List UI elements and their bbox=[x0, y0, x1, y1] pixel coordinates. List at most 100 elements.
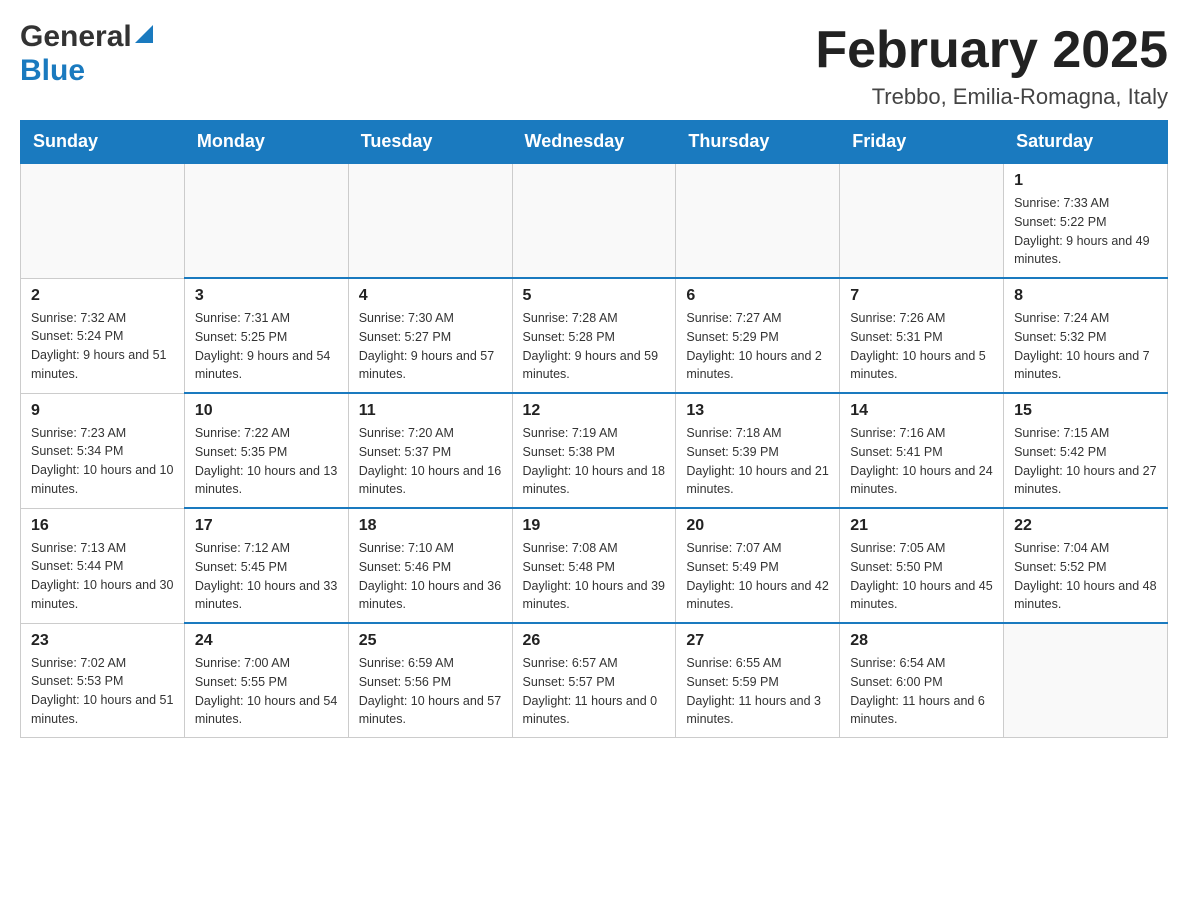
day-info: Sunrise: 7:28 AMSunset: 5:28 PMDaylight:… bbox=[523, 309, 666, 384]
day-info: Sunrise: 7:32 AMSunset: 5:24 PMDaylight:… bbox=[31, 309, 174, 384]
day-number: 16 bbox=[31, 517, 174, 535]
calendar-cell: 20 Sunrise: 7:07 AMSunset: 5:49 PMDayligh… bbox=[676, 508, 840, 623]
calendar-cell: 5Sunrise: 7:28 AMSunset: 5:28 PMDaylight… bbox=[512, 278, 676, 393]
day-number: 26 bbox=[523, 632, 666, 650]
calendar-week-2: 2 Sunrise: 7:32 AMSunset: 5:24 PMDaylight… bbox=[21, 278, 1168, 393]
month-title: February 2025 bbox=[815, 20, 1168, 80]
day-number: 17 bbox=[195, 517, 338, 535]
calendar-week-1: 1Sunrise: 7:33 AMSunset: 5:22 PMDaylight… bbox=[21, 163, 1168, 278]
day-number: 2 bbox=[31, 287, 174, 305]
calendar-cell: 12 Sunrise: 7:19 AMSunset: 5:38 PMDayligh… bbox=[512, 393, 676, 508]
header-row: Sunday Monday Tuesday Wednesday Thursday… bbox=[21, 121, 1168, 164]
day-number: 20 bbox=[686, 517, 829, 535]
calendar-cell: 14 Sunrise: 7:16 AMSunset: 5:41 PMDayligh… bbox=[840, 393, 1004, 508]
calendar-cell: 21Sunrise: 7:05 AMSunset: 5:50 PMDayligh… bbox=[840, 508, 1004, 623]
day-number: 13 bbox=[686, 402, 829, 420]
calendar-cell: 7Sunrise: 7:26 AMSunset: 5:31 PMDaylight… bbox=[840, 278, 1004, 393]
day-number: 19 bbox=[523, 517, 666, 535]
day-info: Sunrise: 7:07 AMSunset: 5:49 PMDaylight:… bbox=[686, 539, 829, 614]
day-number: 28 bbox=[850, 632, 993, 650]
day-info: Sunrise: 7:16 AMSunset: 5:41 PMDaylight:… bbox=[850, 424, 993, 499]
day-number: 7 bbox=[850, 287, 993, 305]
day-number: 3 bbox=[195, 287, 338, 305]
calendar-cell: 1Sunrise: 7:33 AMSunset: 5:22 PMDaylight… bbox=[1004, 163, 1168, 278]
calendar-cell: 25 Sunrise: 6:59 AMSunset: 5:56 PMDayligh… bbox=[348, 623, 512, 738]
calendar: Sunday Monday Tuesday Wednesday Thursday… bbox=[20, 120, 1168, 738]
calendar-header: Sunday Monday Tuesday Wednesday Thursday… bbox=[21, 121, 1168, 164]
calendar-cell: 15 Sunrise: 7:15 AMSunset: 5:42 PMDayligh… bbox=[1004, 393, 1168, 508]
day-info: Sunrise: 7:19 AMSunset: 5:38 PMDaylight:… bbox=[523, 424, 666, 499]
calendar-cell: 24 Sunrise: 7:00 AMSunset: 5:55 PMDayligh… bbox=[184, 623, 348, 738]
day-info: Sunrise: 6:59 AMSunset: 5:56 PMDaylight:… bbox=[359, 654, 502, 729]
col-friday: Friday bbox=[840, 121, 1004, 164]
logo-blue-text: Blue bbox=[20, 54, 85, 88]
day-number: 8 bbox=[1014, 287, 1157, 305]
title-block: February 2025 Trebbo, Emilia-Romagna, It… bbox=[815, 20, 1168, 110]
day-info: Sunrise: 7:30 AMSunset: 5:27 PMDaylight:… bbox=[359, 309, 502, 384]
calendar-cell: 4Sunrise: 7:30 AMSunset: 5:27 PMDaylight… bbox=[348, 278, 512, 393]
day-number: 9 bbox=[31, 402, 174, 420]
col-wednesday: Wednesday bbox=[512, 121, 676, 164]
day-info: Sunrise: 7:04 AMSunset: 5:52 PMDaylight:… bbox=[1014, 539, 1157, 614]
day-info: Sunrise: 6:54 AMSunset: 6:00 PMDaylight:… bbox=[850, 654, 993, 729]
day-info: Sunrise: 7:12 AMSunset: 5:45 PMDaylight:… bbox=[195, 539, 338, 614]
day-info: Sunrise: 6:55 AMSunset: 5:59 PMDaylight:… bbox=[686, 654, 829, 729]
calendar-week-5: 23Sunrise: 7:02 AMSunset: 5:53 PMDayligh… bbox=[21, 623, 1168, 738]
calendar-cell: 8 Sunrise: 7:24 AMSunset: 5:32 PMDaylight… bbox=[1004, 278, 1168, 393]
calendar-cell: 19 Sunrise: 7:08 AMSunset: 5:48 PMDayligh… bbox=[512, 508, 676, 623]
day-info: Sunrise: 6:57 AMSunset: 5:57 PMDaylight:… bbox=[523, 654, 666, 729]
calendar-cell: 18 Sunrise: 7:10 AMSunset: 5:46 PMDayligh… bbox=[348, 508, 512, 623]
logo-triangle-icon bbox=[135, 25, 153, 48]
day-number: 21 bbox=[850, 517, 993, 535]
day-info: Sunrise: 7:18 AMSunset: 5:39 PMDaylight:… bbox=[686, 424, 829, 499]
location: Trebbo, Emilia-Romagna, Italy bbox=[815, 84, 1168, 110]
day-number: 27 bbox=[686, 632, 829, 650]
day-number: 10 bbox=[195, 402, 338, 420]
calendar-cell: 13 Sunrise: 7:18 AMSunset: 5:39 PMDayligh… bbox=[676, 393, 840, 508]
logo: General Blue bbox=[20, 20, 153, 88]
calendar-cell: 17 Sunrise: 7:12 AMSunset: 5:45 PMDayligh… bbox=[184, 508, 348, 623]
col-tuesday: Tuesday bbox=[348, 121, 512, 164]
day-info: Sunrise: 7:08 AMSunset: 5:48 PMDaylight:… bbox=[523, 539, 666, 614]
day-info: Sunrise: 7:24 AMSunset: 5:32 PMDaylight:… bbox=[1014, 309, 1157, 384]
calendar-cell bbox=[676, 163, 840, 278]
calendar-cell: 2 Sunrise: 7:32 AMSunset: 5:24 PMDaylight… bbox=[21, 278, 185, 393]
calendar-week-3: 9 Sunrise: 7:23 AMSunset: 5:34 PMDaylight… bbox=[21, 393, 1168, 508]
calendar-cell: 10 Sunrise: 7:22 AMSunset: 5:35 PMDayligh… bbox=[184, 393, 348, 508]
day-number: 24 bbox=[195, 632, 338, 650]
day-info: Sunrise: 7:20 AMSunset: 5:37 PMDaylight:… bbox=[359, 424, 502, 499]
page-header: General Blue February 2025 Trebbo, Emili… bbox=[20, 20, 1168, 110]
day-number: 15 bbox=[1014, 402, 1157, 420]
calendar-body: 1Sunrise: 7:33 AMSunset: 5:22 PMDaylight… bbox=[21, 163, 1168, 738]
calendar-cell bbox=[512, 163, 676, 278]
day-info: Sunrise: 7:31 AMSunset: 5:25 PMDaylight:… bbox=[195, 309, 338, 384]
calendar-cell: 23Sunrise: 7:02 AMSunset: 5:53 PMDayligh… bbox=[21, 623, 185, 738]
day-number: 25 bbox=[359, 632, 502, 650]
day-number: 6 bbox=[686, 287, 829, 305]
day-number: 14 bbox=[850, 402, 993, 420]
day-number: 18 bbox=[359, 517, 502, 535]
calendar-cell bbox=[348, 163, 512, 278]
day-number: 23 bbox=[31, 632, 174, 650]
calendar-cell: 3 Sunrise: 7:31 AMSunset: 5:25 PMDaylight… bbox=[184, 278, 348, 393]
calendar-cell bbox=[840, 163, 1004, 278]
day-info: Sunrise: 7:27 AMSunset: 5:29 PMDaylight:… bbox=[686, 309, 829, 384]
day-info: Sunrise: 7:15 AMSunset: 5:42 PMDaylight:… bbox=[1014, 424, 1157, 499]
day-info: Sunrise: 7:10 AMSunset: 5:46 PMDaylight:… bbox=[359, 539, 502, 614]
calendar-cell: 26 Sunrise: 6:57 AMSunset: 5:57 PMDayligh… bbox=[512, 623, 676, 738]
col-thursday: Thursday bbox=[676, 121, 840, 164]
calendar-cell: 27 Sunrise: 6:55 AMSunset: 5:59 PMDayligh… bbox=[676, 623, 840, 738]
calendar-cell bbox=[184, 163, 348, 278]
calendar-cell: 22Sunrise: 7:04 AMSunset: 5:52 PMDayligh… bbox=[1004, 508, 1168, 623]
col-monday: Monday bbox=[184, 121, 348, 164]
calendar-week-4: 16 Sunrise: 7:13 AMSunset: 5:44 PMDayligh… bbox=[21, 508, 1168, 623]
day-info: Sunrise: 7:22 AMSunset: 5:35 PMDaylight:… bbox=[195, 424, 338, 499]
day-info: Sunrise: 7:23 AMSunset: 5:34 PMDaylight:… bbox=[31, 424, 174, 499]
day-info: Sunrise: 7:00 AMSunset: 5:55 PMDaylight:… bbox=[195, 654, 338, 729]
col-saturday: Saturday bbox=[1004, 121, 1168, 164]
col-sunday: Sunday bbox=[21, 121, 185, 164]
day-info: Sunrise: 7:33 AMSunset: 5:22 PMDaylight:… bbox=[1014, 194, 1157, 269]
day-number: 12 bbox=[523, 402, 666, 420]
day-info: Sunrise: 7:13 AMSunset: 5:44 PMDaylight:… bbox=[31, 539, 174, 614]
calendar-cell: 11Sunrise: 7:20 AMSunset: 5:37 PMDayligh… bbox=[348, 393, 512, 508]
